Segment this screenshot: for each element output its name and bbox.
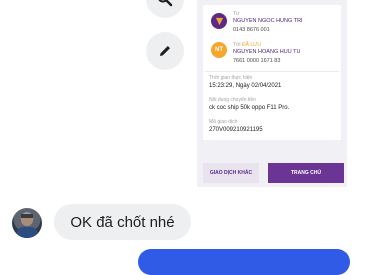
home-button: TRANG CHỦ: [268, 163, 344, 183]
content-label: Nội dung chuyển tiền: [209, 97, 256, 103]
transfer-receipt-image[interactable]: Từ NGUYEN NGOC HUNG TRI 0143 8676 001 NT…: [197, 0, 347, 187]
bank-logo-icon: [215, 17, 223, 25]
sender-name: NGUYEN NGOC HUNG TRI: [233, 18, 303, 24]
divider: [205, 71, 339, 72]
bank-logo: [211, 13, 227, 29]
outgoing-message-bubble[interactable]: [138, 249, 350, 275]
receipt-panel: Từ NGUYEN NGOC HUNG TRI 0143 8676 001 NT…: [203, 5, 341, 140]
transaction-value: 270V009210921195: [209, 127, 263, 133]
time-label: Thời gian thực hiện: [209, 75, 253, 81]
transaction-label: Mã giao dịch: [209, 119, 238, 125]
receiver-avatar: NT: [211, 42, 227, 58]
sender-account: 0143 8676 001: [233, 27, 270, 33]
avatar[interactable]: [12, 208, 42, 238]
receiver-saved-badge: ĐÃ LƯU: [242, 42, 261, 48]
edit-button[interactable]: [146, 32, 184, 70]
receiver-name: NGUYEN HOANG HUU TU: [233, 49, 301, 55]
receiver-account: 7661 0000 1671 83: [233, 58, 281, 64]
avatar-photo: [17, 214, 37, 238]
time-value: 15:23:29, Ngày 02/04/2021: [209, 83, 282, 89]
other-transaction-button: GIAO DỊCH KHÁC: [203, 163, 259, 183]
pencil-icon: [160, 46, 170, 56]
incoming-message-bubble[interactable]: OK đã chốt nhé: [54, 204, 191, 240]
receiver-label: Tới: [233, 42, 241, 48]
search-icon: [158, 0, 173, 7]
content-value: ck coc ship 50k oppo F11 Pro.: [209, 105, 290, 111]
sender-label: Từ: [233, 11, 240, 17]
forward-button[interactable]: [146, 0, 184, 18]
